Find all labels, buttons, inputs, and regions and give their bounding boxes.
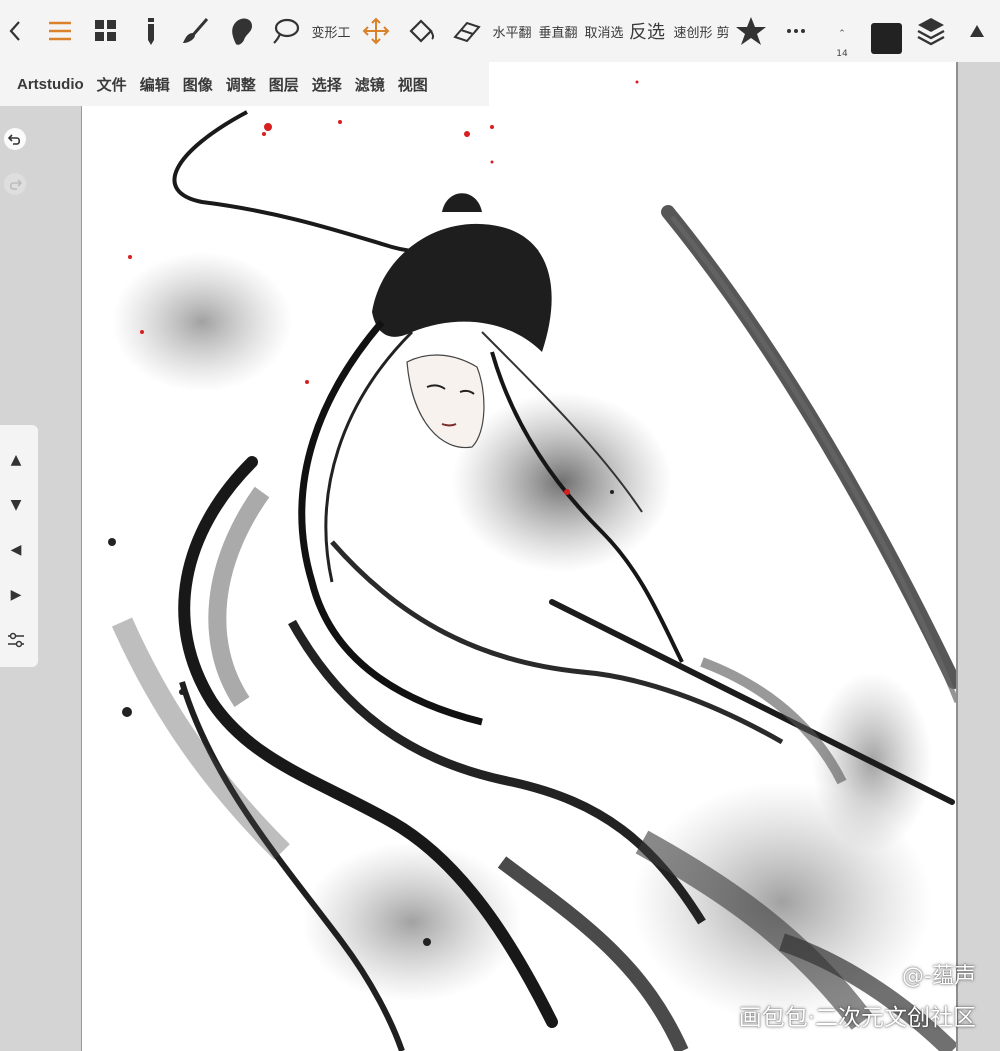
side-nudge-panel: ▲ ▼ ◀ ▶ — [0, 425, 38, 667]
brush-size-value: 14 — [836, 49, 848, 59]
transform-tool-button[interactable]: 变形工 — [308, 0, 354, 62]
color-swatch[interactable] — [871, 23, 902, 54]
eraser-icon[interactable] — [451, 0, 483, 62]
menu-bar: Artstudio 文件 编辑 图像 调整 图层 选择 滤镜 视图 — [0, 62, 489, 106]
layers-icon[interactable] — [914, 0, 948, 62]
grid-icon[interactable] — [92, 0, 120, 62]
more-dots-icon[interactable] — [782, 0, 810, 62]
invert-selection-button[interactable]: 反选 — [628, 0, 666, 62]
canvas-right-border — [956, 62, 958, 1051]
lasso-icon[interactable] — [270, 0, 302, 62]
undo-icon[interactable] — [4, 128, 26, 150]
brush-size-indicator[interactable]: ⌃ 14 — [832, 30, 852, 60]
menu-adjust[interactable]: 调整 — [226, 74, 256, 95]
nudge-up-button[interactable]: ▲ — [0, 440, 32, 480]
smudge-icon[interactable] — [226, 0, 256, 62]
redo-icon[interactable] — [4, 173, 26, 195]
menu-artstudio[interactable]: Artstudio — [17, 76, 84, 93]
nudge-left-button[interactable]: ◀ — [0, 530, 32, 570]
deselect-button[interactable]: 取消选 — [582, 0, 626, 62]
menu-layers[interactable]: 图层 — [269, 74, 299, 95]
menu-view[interactable]: 视图 — [398, 74, 428, 95]
menu-image[interactable]: 图像 — [183, 74, 213, 95]
nudge-down-button[interactable]: ▼ — [0, 485, 32, 525]
quick-shape-button[interactable]: 速创形 — [671, 0, 715, 62]
watermark-handle: @-蕴声 — [902, 964, 976, 989]
flip-vertical-button[interactable]: 垂直翻 — [536, 0, 580, 62]
move-arrows-icon[interactable] — [360, 0, 392, 62]
watermark-site: 画包包·二次元文创社区 — [738, 1005, 976, 1031]
cut-button[interactable]: 剪 — [716, 0, 730, 62]
top-toolbar: 变形工 水平翻 垂直翻 取消选 反选 速创形 剪 ⌃ 14 — [0, 0, 1000, 62]
nudge-right-button[interactable]: ▶ — [0, 575, 32, 615]
ink-painting-artwork — [108, 80, 957, 1051]
triangle-up-icon[interactable] — [964, 0, 990, 62]
pencil-icon[interactable] — [138, 0, 164, 62]
menu-file[interactable]: 文件 — [97, 74, 127, 95]
chevron-left-icon[interactable] — [2, 0, 28, 62]
menu-select[interactable]: 选择 — [312, 74, 342, 95]
sliders-icon[interactable] — [0, 620, 32, 660]
menu-filter[interactable]: 滤镜 — [355, 74, 385, 95]
fill-bucket-icon[interactable] — [405, 0, 437, 62]
brush-icon[interactable] — [180, 0, 210, 62]
menu-edit[interactable]: 编辑 — [140, 74, 170, 95]
brush-size-caret: ⌃ — [838, 29, 846, 39]
drawing-canvas[interactable] — [81, 62, 957, 1051]
hamburger-icon[interactable] — [46, 0, 74, 62]
flip-horizontal-button[interactable]: 水平翻 — [490, 0, 534, 62]
star-icon[interactable] — [734, 0, 768, 62]
